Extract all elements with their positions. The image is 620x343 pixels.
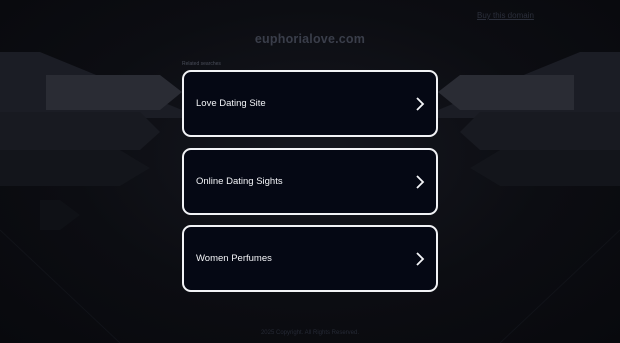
related-links-list: Love Dating Site Online Dating Sights Wo… — [182, 70, 438, 303]
related-link-women-perfumes[interactable]: Women Perfumes — [182, 225, 438, 292]
domain-title: euphorialove.com — [254, 32, 366, 46]
related-searches-label: Related searches — [182, 61, 221, 67]
chevron-right-icon — [416, 174, 425, 189]
chevron-right-icon — [416, 96, 425, 111]
related-link-label: Love Dating Site — [196, 98, 266, 109]
footer-copyright: 2025 Copyright. All Rights Reserved. — [260, 330, 360, 336]
related-link-online-dating-sights[interactable]: Online Dating Sights — [182, 148, 438, 215]
chevron-right-icon — [416, 251, 425, 266]
related-link-label: Women Perfumes — [196, 253, 272, 264]
related-link-love-dating-site[interactable]: Love Dating Site — [182, 70, 438, 137]
related-link-label: Online Dating Sights — [196, 176, 283, 187]
parked-domain-page: Buy this domain euphorialove.com Related… — [0, 0, 620, 343]
buy-domain-link[interactable]: Buy this domain — [477, 11, 534, 20]
